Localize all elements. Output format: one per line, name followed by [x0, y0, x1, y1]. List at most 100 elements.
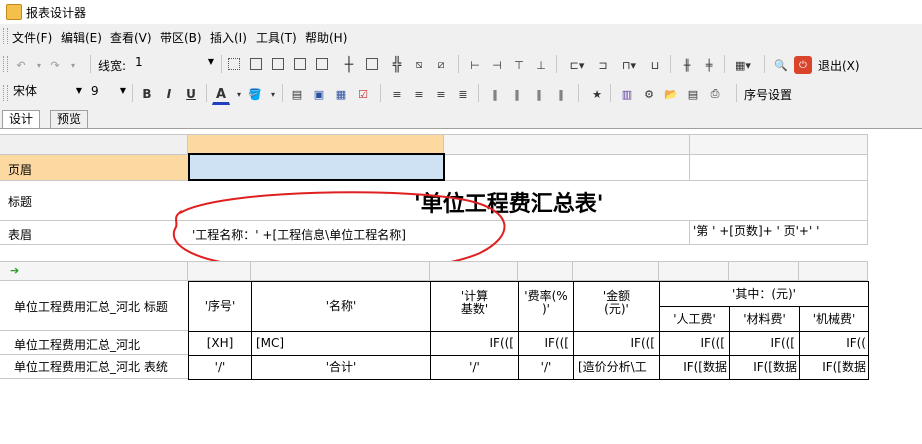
tab-design[interactable]: 设计 — [2, 110, 41, 128]
detail-cell-machine[interactable]: IF(( — [799, 331, 869, 356]
header-rate[interactable]: '费率(% )' — [518, 281, 574, 332]
undo-icon[interactable]: ↶ — [12, 56, 30, 74]
menu-band[interactable]: 带区(B) — [160, 29, 202, 46]
insert-row-icon[interactable]: ⊏▾ — [564, 56, 590, 74]
redo-icon[interactable]: ↷ — [46, 56, 64, 74]
italic-button[interactable]: I — [160, 85, 178, 103]
text-box-icon[interactable]: ▤ — [288, 85, 306, 103]
exit-icon[interactable]: ⏻ — [794, 56, 812, 74]
align-left-edge-icon[interactable]: ⊢ — [466, 56, 484, 74]
merge-cells-icon[interactable]: ╪ — [700, 56, 718, 74]
print-preview-icon[interactable]: 🔍 — [772, 56, 790, 74]
band-footer[interactable]: 单位工程费用汇总_河北 表统 — [0, 355, 188, 379]
align-left-icon[interactable]: ≡ — [388, 85, 406, 103]
detail-cell-seq[interactable]: [XH] — [188, 331, 252, 356]
detail-cell-base[interactable]: IF(([ — [430, 331, 519, 356]
menu-view[interactable]: 查看(V) — [110, 29, 152, 46]
diagonal-down-icon[interactable]: ⧅ — [410, 56, 428, 74]
tab-preview[interactable]: 预览 — [50, 110, 89, 128]
total-cell-amount[interactable]: [造价分析\工 — [573, 355, 660, 380]
exit-button[interactable]: 退出(X) — [818, 57, 860, 74]
diagonal-up-icon[interactable]: ⧄ — [432, 56, 450, 74]
border-all-icon[interactable]: ╬ — [388, 56, 406, 74]
page-setup-icon[interactable]: ⎙ — [706, 85, 724, 103]
column-header[interactable] — [518, 261, 573, 281]
column-header[interactable] — [799, 261, 868, 281]
star-icon[interactable]: ★ — [588, 85, 606, 103]
table-icon[interactable]: ▦▾ — [730, 56, 756, 74]
redo-dropdown-icon[interactable]: ▾ — [64, 56, 82, 74]
report-icon[interactable]: ▥ — [618, 85, 636, 103]
design-area[interactable]: 页眉 标题 '单位工程费汇总表' 表眉 '工程名称：' +[工程信息\单位工程名… — [0, 129, 922, 444]
menu-insert[interactable]: 插入(I) — [210, 29, 247, 46]
font-size-combo[interactable]: 9 ▼ — [88, 83, 128, 101]
border-inner-icon[interactable]: ┼ — [340, 56, 358, 74]
border-outer-icon[interactable] — [366, 58, 378, 70]
align-center-icon[interactable]: ≡ — [410, 85, 428, 103]
page-number-cell[interactable]: '第 ' +[页数]+ ' 页'+' ' — [690, 221, 868, 245]
menu-file[interactable]: 文件(F) — [12, 29, 52, 46]
font-name-combo[interactable]: 宋体 ▼ — [10, 83, 84, 101]
grid-field-icon[interactable]: ▦ — [332, 85, 350, 103]
detail-cell-rate[interactable]: IF(([ — [518, 331, 574, 356]
header-machine[interactable]: '机械费' — [799, 306, 869, 332]
column-header-selected[interactable] — [188, 134, 444, 155]
total-cell-name[interactable]: '合计' — [251, 355, 431, 380]
valign-justify-icon[interactable]: ‖ — [552, 85, 570, 103]
header-seq[interactable]: '序号' — [188, 281, 252, 332]
insert-column-icon[interactable]: ⊓▾ — [616, 56, 642, 74]
fill-color-icon[interactable]: 🪣 — [246, 85, 264, 103]
linewidth-combo[interactable]: 1 ▼ — [132, 54, 216, 72]
total-cell-seq[interactable]: '/' — [188, 355, 252, 380]
bold-button[interactable]: B — [138, 85, 156, 103]
band-page-header[interactable]: 页眉 — [0, 155, 188, 181]
field-icon[interactable]: ▣ — [310, 85, 328, 103]
underline-button[interactable]: U — [182, 85, 200, 103]
menu-tools[interactable]: 工具(T) — [256, 29, 297, 46]
header-cell[interactable] — [445, 155, 690, 181]
total-cell-labor[interactable]: IF([数据 — [659, 355, 730, 380]
detail-cell-material[interactable]: IF(([ — [729, 331, 800, 356]
total-cell-machine[interactable]: IF([数据 — [799, 355, 869, 380]
column-header[interactable] — [251, 261, 430, 281]
data-icon[interactable]: ▤ — [684, 85, 702, 103]
header-name[interactable]: '名称' — [251, 281, 431, 332]
seq-settings-button[interactable]: 序号设置 — [744, 86, 792, 103]
border-top-icon[interactable] — [294, 58, 306, 70]
valign-bottom-icon[interactable]: ‖ — [530, 85, 548, 103]
split-cells-icon[interactable]: ╫ — [678, 56, 696, 74]
column-header[interactable] — [690, 134, 868, 155]
header-material[interactable]: '材料费' — [729, 306, 800, 332]
align-bottom-edge-icon[interactable]: ⊥ — [532, 56, 550, 74]
total-cell-base[interactable]: '/' — [430, 355, 519, 380]
header-amount[interactable]: '金额 (元)' — [573, 281, 660, 332]
delete-column-icon[interactable]: ⊔ — [646, 56, 664, 74]
column-header[interactable] — [729, 261, 799, 281]
total-cell-material[interactable]: IF([数据 — [729, 355, 800, 380]
font-color-button[interactable]: A — [212, 85, 230, 105]
settings-icon[interactable]: ⚙ — [640, 85, 658, 103]
band-detail[interactable]: 单位工程费用汇总_河北 — [0, 331, 188, 355]
column-header[interactable] — [573, 261, 659, 281]
align-top-edge-icon[interactable]: ⊤ — [510, 56, 528, 74]
align-right-edge-icon[interactable]: ⊣ — [488, 56, 506, 74]
menu-edit[interactable]: 编辑(E) — [61, 29, 102, 46]
column-header[interactable] — [659, 261, 729, 281]
header-of-which[interactable]: '其中：(元)' — [659, 281, 869, 307]
valign-middle-icon[interactable]: ‖ — [508, 85, 526, 103]
menu-help[interactable]: 帮助(H) — [305, 29, 347, 46]
header-cell[interactable] — [690, 155, 868, 181]
align-right-icon[interactable]: ≡ — [432, 85, 450, 103]
total-cell-rate[interactable]: '/' — [518, 355, 574, 380]
selected-cell[interactable] — [188, 153, 445, 181]
detail-cell-amount[interactable]: IF(([ — [573, 331, 660, 356]
border-bottom-icon[interactable] — [316, 58, 328, 70]
valign-top-icon[interactable]: ‖ — [486, 85, 504, 103]
delete-row-icon[interactable]: ⊐ — [592, 56, 614, 74]
column-header[interactable] — [188, 261, 251, 281]
header-labor[interactable]: '人工费' — [659, 306, 730, 332]
folder-icon[interactable]: 📂 — [662, 85, 680, 103]
border-right-icon[interactable] — [272, 58, 284, 70]
chevron-down-icon[interactable]: ▾ — [264, 85, 282, 103]
detail-cell-name[interactable]: [MC] — [251, 331, 431, 356]
